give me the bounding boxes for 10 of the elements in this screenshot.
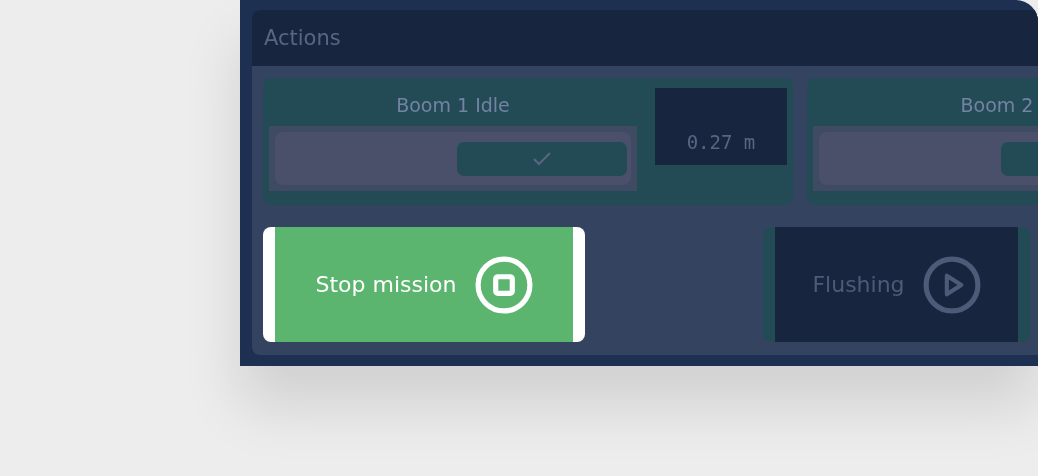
boom-label: Boom 1 Idle xyxy=(395,94,511,116)
reading-value: 0.27 m xyxy=(686,131,756,153)
boom-toggle[interactable] xyxy=(269,126,637,191)
action-button[interactable]: Flushing xyxy=(763,227,1030,342)
action-button[interactable]: Stop mission xyxy=(263,227,585,342)
stop-icon xyxy=(474,255,533,314)
play-icon xyxy=(922,255,981,314)
boom-label: Boom 2 xyxy=(959,94,1035,116)
toggle-knob[interactable] xyxy=(457,141,627,176)
panel-title: Actions xyxy=(264,26,341,50)
